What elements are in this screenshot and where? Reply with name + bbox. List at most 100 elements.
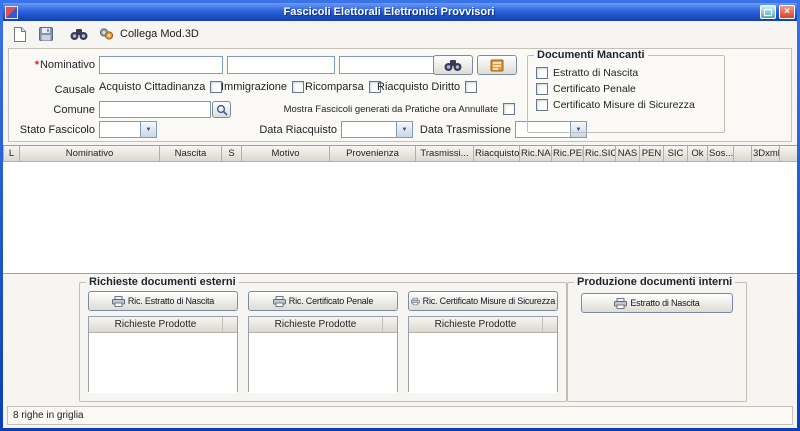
documenti-mancanti-title: Documenti Mancanti bbox=[534, 49, 648, 61]
new-document-icon bbox=[13, 27, 26, 42]
chevron-down-icon[interactable]: ▼ bbox=[396, 122, 412, 137]
comune-input[interactable] bbox=[99, 101, 211, 118]
chevron-down-icon[interactable]: ▼ bbox=[140, 122, 156, 137]
richieste-documenti-esterni-group: Richieste documenti esterni Ric. Estratt… bbox=[79, 276, 567, 402]
grid-column-header[interactable]: Provenienza bbox=[330, 146, 416, 162]
status-bar: 8 righe in griglia bbox=[7, 406, 793, 425]
binoculars-icon bbox=[70, 28, 88, 41]
dm-certificato-misure-sicurezza: Certificato Misure di Sicurezza bbox=[536, 99, 716, 111]
causale-ricomparsa: Ricomparsa bbox=[305, 81, 381, 93]
richiesta-stack-estratto: Ric. Estratto di Nascita Richieste Prodo… bbox=[88, 291, 238, 392]
grid-column-header[interactable]: S bbox=[222, 146, 242, 162]
richieste-prodotte-list[interactable] bbox=[89, 333, 237, 393]
mostra-annullate-checkbox[interactable] bbox=[503, 103, 515, 115]
window-restore-button[interactable] bbox=[760, 5, 776, 19]
richieste-prodotte-panel: Richieste Prodotte bbox=[248, 316, 398, 392]
comune-label: Comune bbox=[27, 104, 95, 116]
richieste-prodotte-list[interactable] bbox=[409, 333, 557, 393]
grid-column-header[interactable]: Ric.NAS bbox=[520, 146, 552, 162]
causale-immigrazione: Immigrazione bbox=[221, 81, 304, 93]
grid-column-header[interactable]: SIC bbox=[664, 146, 688, 162]
nominativo-input-3[interactable] bbox=[339, 56, 447, 74]
window-title: Fascicoli Elettorali Elettronici Provvis… bbox=[21, 6, 757, 18]
grid-column-header[interactable]: L bbox=[4, 146, 20, 162]
archivio-button[interactable] bbox=[477, 55, 517, 75]
grid-column-header[interactable] bbox=[780, 146, 798, 162]
fascicoli-grid-wrap: LNominativoNascitaSMotivoProvenienzaTras… bbox=[3, 145, 797, 274]
stato-fascicolo-select[interactable]: ▼ bbox=[99, 121, 157, 138]
grid-column-header[interactable]: Sos... bbox=[708, 146, 734, 162]
ric-certificato-misure-sicurezza-button[interactable]: Ric. Certificato Misure di Sicurezza bbox=[408, 291, 558, 311]
grid-column-header[interactable]: Nominativo bbox=[20, 146, 160, 162]
richieste-prodotte-header[interactable]: Richieste Prodotte bbox=[409, 317, 543, 332]
richieste-prodotte-header-spacer bbox=[383, 317, 397, 332]
richieste-prodotte-list[interactable] bbox=[249, 333, 397, 393]
window-close-button[interactable]: × bbox=[779, 5, 795, 19]
title-bar[interactable]: Fascicoli Elettorali Elettronici Provvis… bbox=[3, 3, 797, 21]
collega-mod3d-icon bbox=[99, 27, 114, 41]
grid-column-header[interactable]: Motivo bbox=[242, 146, 330, 162]
grid-column-header[interactable]: Ric.SIC bbox=[584, 146, 616, 162]
richieste-prodotte-header-spacer bbox=[223, 317, 237, 332]
grid-column-header[interactable]: Ok bbox=[688, 146, 708, 162]
immigrazione-checkbox[interactable] bbox=[292, 81, 304, 93]
nominativo-input-1[interactable] bbox=[99, 56, 223, 74]
causale-acquisto-cittadinanza: Acquisto Cittadinanza bbox=[99, 81, 222, 93]
richieste-prodotte-header[interactable]: Richieste Prodotte bbox=[249, 317, 383, 332]
search-icon bbox=[216, 104, 228, 116]
status-text: 8 righe in griglia bbox=[13, 410, 84, 421]
richieste-prodotte-header[interactable]: Richieste Prodotte bbox=[89, 317, 223, 332]
bottom-section: Richieste documenti esterni Ric. Estratt… bbox=[3, 274, 797, 404]
stato-fascicolo-label: Stato Fascicolo bbox=[11, 124, 95, 136]
causale-riacquisto-diritto: Riacquisto Diritto bbox=[377, 81, 477, 93]
richieste-prodotte-panel: Richieste Prodotte bbox=[88, 316, 238, 392]
app-icon bbox=[5, 6, 18, 19]
produzione-estratto-di-nascita-button[interactable]: Estratto di Nascita bbox=[581, 293, 733, 313]
dm-certificato-penale-checkbox[interactable] bbox=[536, 83, 548, 95]
grid-column-header[interactable]: 3Dxml bbox=[752, 146, 780, 162]
client-area: Collega Mod.3D *Nominativo Causale Acqui… bbox=[3, 21, 797, 428]
fascicoli-grid: LNominativoNascitaSMotivoProvenienzaTras… bbox=[3, 146, 797, 162]
mostra-annullate-item: Mostra Fascicoli generati da Pratiche or… bbox=[284, 103, 515, 115]
comune-search-button[interactable] bbox=[212, 101, 231, 118]
nominativo-label: *Nominativo bbox=[27, 59, 95, 71]
dm-certificato-penale: Certificato Penale bbox=[536, 83, 716, 95]
print-icon bbox=[273, 296, 286, 307]
richieste-documenti-esterni-title: Richieste documenti esterni bbox=[86, 276, 239, 288]
cerca-fascicoli-button[interactable] bbox=[69, 24, 89, 44]
collega-mod3d-button[interactable] bbox=[96, 24, 116, 44]
print-icon bbox=[411, 296, 420, 307]
grid-column-header[interactable]: Trasmissi... bbox=[416, 146, 474, 162]
ric-certificato-penale-button[interactable]: Ric. Certificato Penale bbox=[248, 291, 398, 311]
required-mark: * bbox=[35, 59, 39, 71]
produzione-documenti-interni-title: Produzione documenti interni bbox=[574, 276, 735, 288]
archive-icon bbox=[490, 59, 504, 72]
causale-label: Causale bbox=[27, 84, 95, 96]
nominativo-input-2[interactable] bbox=[227, 56, 335, 74]
grid-column-header[interactable]: Riacquisto bbox=[474, 146, 520, 162]
grid-column-header[interactable]: NAS bbox=[616, 146, 640, 162]
dm-estratto-nascita-checkbox[interactable] bbox=[536, 67, 548, 79]
ric-estratto-di-nascita-button[interactable]: Ric. Estratto di Nascita bbox=[88, 291, 238, 311]
print-icon bbox=[614, 298, 627, 309]
binoculars-icon bbox=[444, 59, 462, 72]
richiesta-stack-penale: Ric. Certificato Penale Richieste Prodot… bbox=[248, 291, 398, 392]
richieste-prodotte-panel: Richieste Prodotte bbox=[408, 316, 558, 392]
collega-mod3d-label[interactable]: Collega Mod.3D bbox=[120, 28, 199, 40]
richieste-prodotte-header-spacer bbox=[543, 317, 557, 332]
save-icon bbox=[39, 27, 53, 41]
new-document-button[interactable] bbox=[9, 24, 29, 44]
dm-certificato-misure-sicurezza-checkbox[interactable] bbox=[536, 99, 548, 111]
data-riacquisto-select[interactable]: ▼ bbox=[341, 121, 413, 138]
grid-column-header[interactable] bbox=[734, 146, 752, 162]
data-riacquisto-label: Data Riacquisto bbox=[255, 124, 337, 136]
riacquisto-diritto-checkbox[interactable] bbox=[465, 81, 477, 93]
richiesta-stack-misure-sicurezza: Ric. Certificato Misure di Sicurezza Ric… bbox=[408, 291, 558, 392]
search-panel: *Nominativo Causale Acquisto Cittadinanz… bbox=[8, 48, 792, 142]
grid-column-header[interactable]: Nascita bbox=[160, 146, 222, 162]
grid-column-header[interactable]: PEN bbox=[640, 146, 664, 162]
print-icon bbox=[112, 296, 125, 307]
search-button[interactable] bbox=[433, 55, 473, 75]
grid-column-header[interactable]: Ric.PEN bbox=[552, 146, 584, 162]
save-button[interactable] bbox=[36, 24, 56, 44]
